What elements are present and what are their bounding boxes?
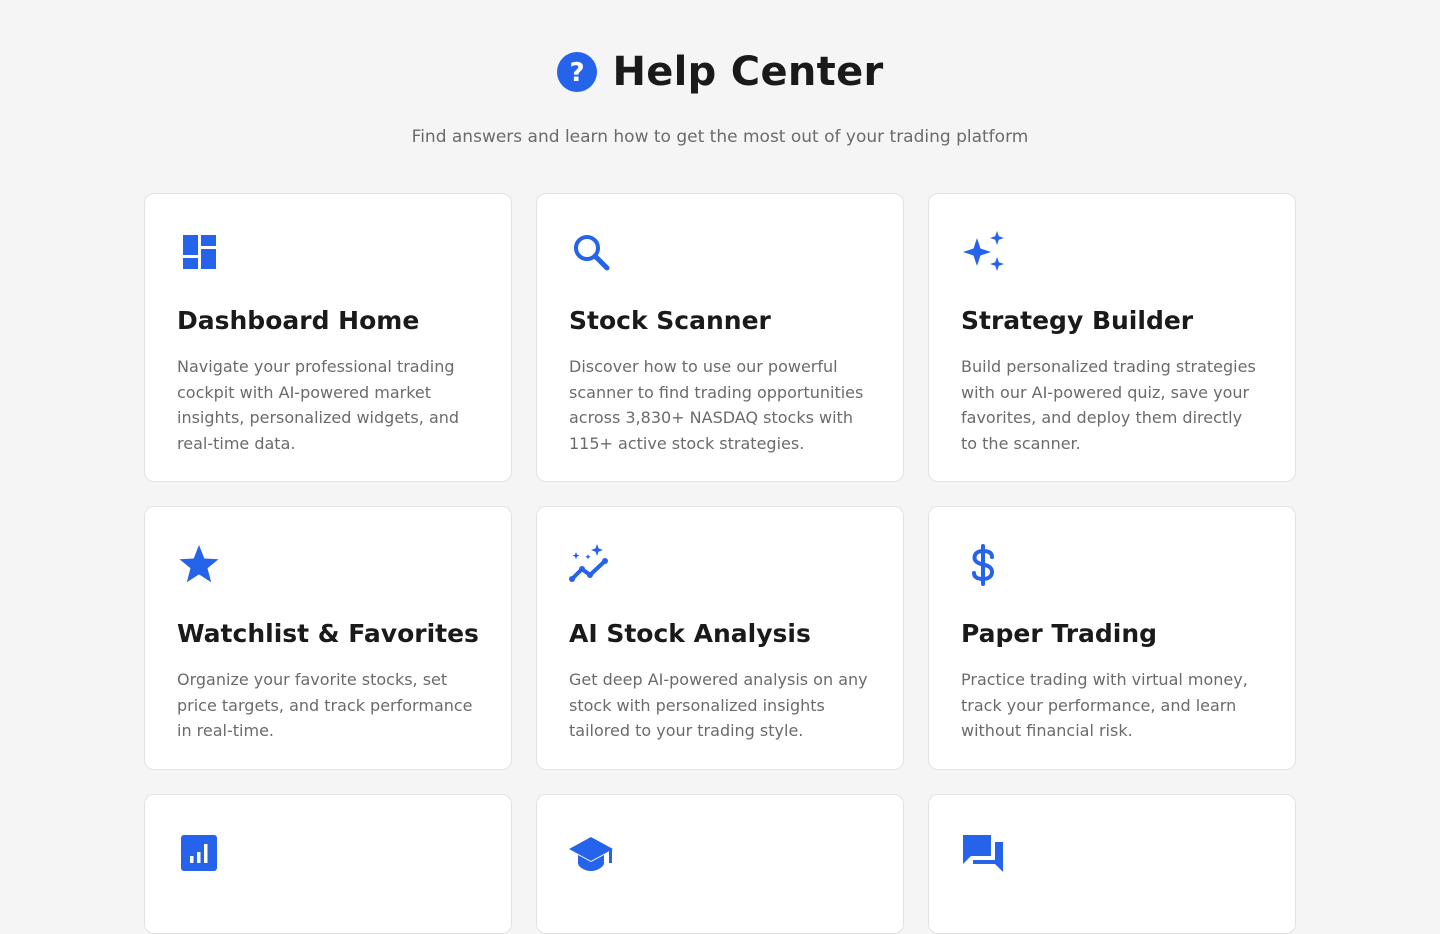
card-watchlist-favorites[interactable]: Watchlist & Favorites Organize your favo…	[144, 506, 512, 770]
chat-bubbles-icon	[959, 829, 1007, 877]
bar-chart-icon	[175, 829, 223, 877]
question-circle-icon: ?	[556, 51, 598, 93]
search-icon	[567, 228, 615, 276]
card-title: Strategy Builder	[961, 306, 1194, 335]
card-description: Build personalized trading strategies wi…	[961, 357, 1256, 453]
card-strategy-builder[interactable]: Strategy Builder Build personalized trad…	[928, 193, 1296, 482]
card-title: AI Stock Analysis	[569, 619, 811, 648]
page-title: Help Center	[612, 49, 884, 95]
card-analytics[interactable]	[144, 794, 512, 934]
help-header: ? Help Center Find answers and learn how…	[0, 0, 1440, 148]
card-title: Stock Scanner	[569, 306, 771, 335]
card-description: Navigate your professional trading cockp…	[177, 357, 460, 453]
svg-text:?: ?	[570, 58, 585, 88]
card-title: Dashboard Home	[177, 306, 420, 335]
star-icon	[175, 541, 223, 589]
card-support[interactable]	[928, 794, 1296, 934]
graduation-cap-icon	[567, 829, 615, 877]
card-title: Watchlist & Favorites	[177, 619, 479, 648]
card-paper-trading[interactable]: Paper Trading Practice trading with virt…	[928, 506, 1296, 770]
card-ai-stock-analysis[interactable]: AI Stock Analysis Get deep AI-powered an…	[536, 506, 904, 770]
card-description: Practice trading with virtual money, tra…	[961, 670, 1248, 740]
card-description: Discover how to use our powerful scanner…	[569, 357, 864, 453]
card-education[interactable]	[536, 794, 904, 934]
dashboard-icon	[175, 228, 223, 276]
title-row: ? Help Center	[0, 50, 1440, 94]
card-title: Paper Trading	[961, 619, 1158, 648]
card-description: Get deep AI-powered analysis on any stoc…	[569, 670, 868, 740]
sparkles-icon	[959, 228, 1007, 276]
help-topics-grid: Dashboard Home Navigate your professiona…	[144, 193, 1296, 934]
card-dashboard-home[interactable]: Dashboard Home Navigate your professiona…	[144, 193, 512, 482]
page-subtitle: Find answers and learn how to get the mo…	[411, 127, 1029, 147]
card-stock-scanner[interactable]: Stock Scanner Discover how to use our po…	[536, 193, 904, 482]
card-description: Organize your favorite stocks, set price…	[177, 670, 473, 740]
dollar-icon	[959, 541, 1007, 589]
ai-trend-icon	[567, 541, 615, 589]
